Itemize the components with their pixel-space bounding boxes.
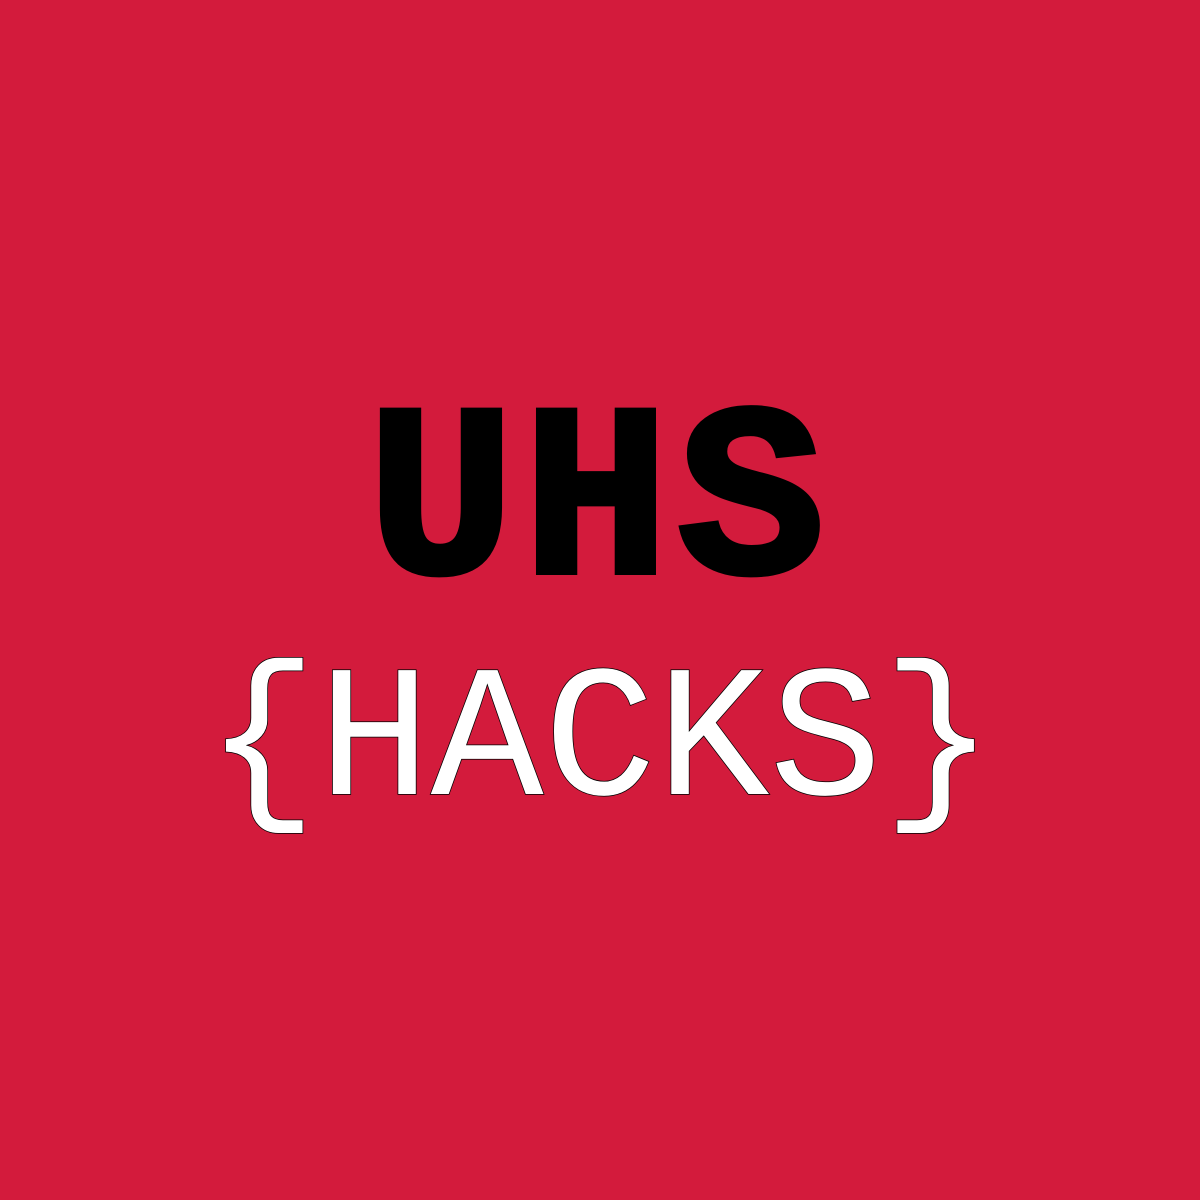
- logo-subtitle: {HACKS}: [0, 638, 1200, 851]
- subtitle-word: HACKS: [317, 638, 883, 851]
- open-brace: {: [204, 638, 318, 851]
- logo-title: UHS: [364, 368, 833, 646]
- uhs-hacks-logo: UHS {HACKS}: [0, 0, 1200, 1200]
- close-brace: }: [881, 638, 995, 851]
